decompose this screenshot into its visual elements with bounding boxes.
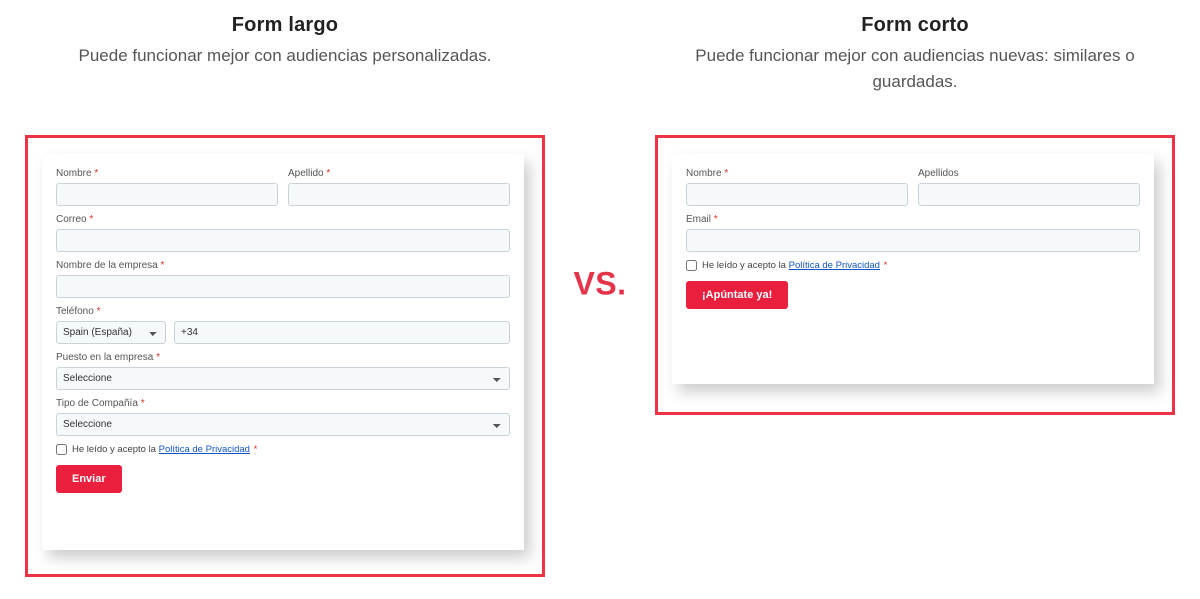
heading-form-largo: Form largo Puede funcionar mejor con aud… [25, 14, 545, 69]
privacy-consent[interactable]: He leído y acepto la Política de Privaci… [56, 444, 510, 455]
consent-text: He leído y acepto la Política de Privaci… [72, 444, 257, 455]
email-input[interactable] [56, 229, 510, 252]
role-field: Puesto en la empresa * Seleccione [56, 352, 510, 390]
short-form-frame: Nombre * Apellidos Email * He leído y ac… [655, 135, 1175, 415]
company-type-field: Tipo de Compañía * Seleccione [56, 398, 510, 436]
submit-button[interactable]: Enviar [56, 465, 122, 493]
email-input[interactable] [686, 229, 1140, 252]
role-select[interactable]: Seleccione [56, 367, 510, 390]
first-name-input[interactable] [686, 183, 908, 206]
company-type-select[interactable]: Seleccione [56, 413, 510, 436]
privacy-checkbox[interactable] [686, 260, 697, 271]
vs-label: VS. [573, 266, 626, 303]
phone-field: Teléfono * Spain (España) [56, 306, 510, 344]
privacy-link[interactable]: Política de Privacidad [159, 444, 250, 455]
field-label: Tipo de Compañía * [56, 398, 510, 409]
email-field: Correo * [56, 214, 510, 252]
field-label: Puesto en la empresa * [56, 352, 510, 363]
heading-description: Puede funcionar mejor con audiencias nue… [655, 43, 1175, 96]
first-name-field: Nombre * [56, 168, 278, 206]
last-name-field: Apellido * [288, 168, 510, 206]
last-name-input[interactable] [918, 183, 1140, 206]
email-field: Email * [686, 214, 1140, 252]
first-name-field: Nombre * [686, 168, 908, 206]
consent-text: He leído y acepto la Política de Privaci… [702, 260, 887, 271]
phone-number-input[interactable] [174, 321, 510, 344]
phone-country-select[interactable]: Spain (España) [56, 321, 166, 344]
privacy-checkbox[interactable] [56, 444, 67, 455]
field-label: Email * [686, 214, 1140, 225]
heading-title: Form corto [655, 14, 1175, 37]
long-form-frame: Nombre * Apellido * Correo * Nombre de l… [25, 135, 545, 577]
privacy-consent[interactable]: He leído y acepto la Política de Privaci… [686, 260, 1140, 271]
company-field: Nombre de la empresa * [56, 260, 510, 298]
first-name-input[interactable] [56, 183, 278, 206]
privacy-link[interactable]: Política de Privacidad [789, 260, 880, 271]
short-form-card: Nombre * Apellidos Email * He leído y ac… [672, 154, 1154, 384]
heading-title: Form largo [25, 14, 545, 37]
field-label: Nombre * [686, 168, 908, 179]
last-name-field: Apellidos [918, 168, 1140, 206]
field-label: Apellidos [918, 168, 1140, 179]
heading-description: Puede funcionar mejor con audiencias per… [25, 43, 545, 69]
submit-button[interactable]: ¡Apúntate ya! [686, 281, 788, 309]
field-label: Nombre de la empresa * [56, 260, 510, 271]
last-name-input[interactable] [288, 183, 510, 206]
heading-form-corto: Form corto Puede funcionar mejor con aud… [655, 14, 1175, 96]
field-label: Teléfono * [56, 306, 510, 317]
field-label: Correo * [56, 214, 510, 225]
field-label: Apellido * [288, 168, 510, 179]
field-label: Nombre * [56, 168, 278, 179]
long-form-card: Nombre * Apellido * Correo * Nombre de l… [42, 154, 524, 550]
company-input[interactable] [56, 275, 510, 298]
